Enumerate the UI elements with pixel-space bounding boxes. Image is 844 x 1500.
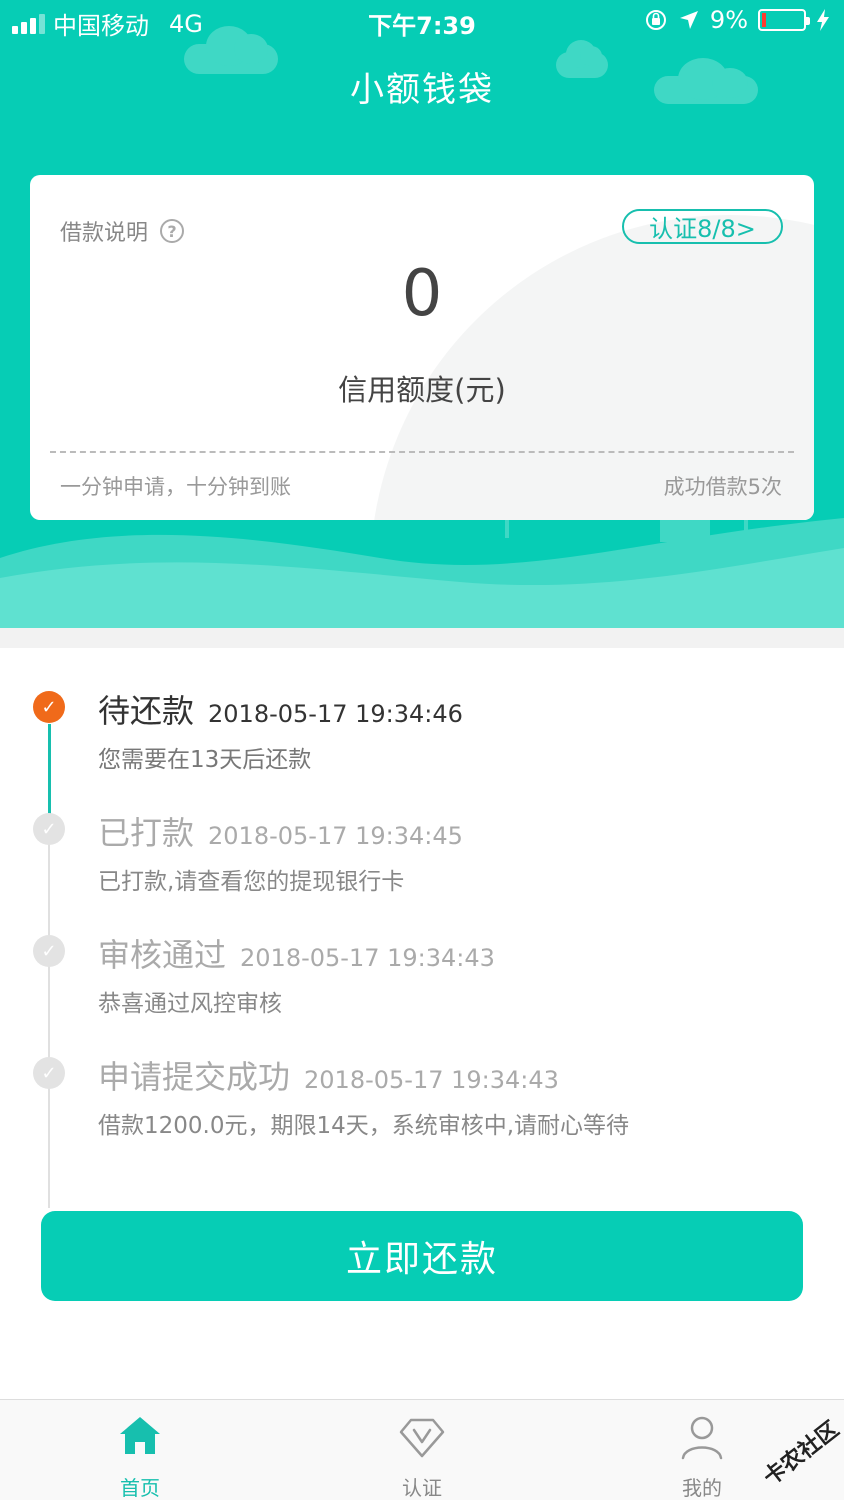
check-icon: ✓ — [33, 691, 65, 723]
status-right: 9% — [644, 6, 830, 34]
location-arrow-icon — [679, 11, 698, 29]
tab-verify[interactable]: 认证 — [362, 1412, 482, 1500]
timeline-step-time: 2018-05-17 19:34:43 — [304, 1066, 559, 1094]
credit-card: 借款说明 ? 认证8/8> 0 信用额度(元) 一分钟申请，十分钟到账 成功借款… — [30, 175, 814, 520]
charging-bolt-icon — [817, 9, 829, 31]
timeline-step-time: 2018-05-17 19:34:43 — [240, 944, 495, 972]
timeline-step-paid: 已打款 2018-05-17 19:34:45 已打款,请查看您的提现银行卡 — [98, 808, 463, 896]
timeline-step-pending-repayment: 待还款 2018-05-17 19:34:46 您需要在13天后还款 — [98, 686, 463, 774]
timeline-step-submitted: 申请提交成功 2018-05-17 19:34:43 借款1200.0元，期限1… — [98, 1052, 629, 1140]
timeline-line-active — [48, 724, 51, 818]
timeline-step-desc: 借款1200.0元，期限14天，系统审核中,请耐心等待 — [98, 1113, 630, 1139]
timeline-step-approved: 审核通过 2018-05-17 19:34:43 恭喜通过风控审核 — [98, 930, 495, 1018]
timeline-step-title: 审核通过 — [98, 936, 227, 974]
dashed-divider — [50, 451, 794, 453]
timeline-step-title: 已打款 — [98, 814, 195, 852]
tab-label: 认证 — [402, 1476, 442, 1500]
tab-label: 首页 — [120, 1476, 160, 1500]
credit-amount-label: 信用额度(元) — [338, 373, 506, 407]
battery-percent: 9% — [709, 6, 748, 34]
timeline-step-desc: 恭喜通过风控审核 — [98, 991, 282, 1017]
timeline-step-time: 2018-05-17 19:34:45 — [208, 822, 463, 850]
status-bar: 中国移动 4G 下午7:39 9% — [0, 0, 844, 44]
timeline-step-desc: 已打款,请查看您的提现银行卡 — [98, 869, 405, 895]
verify-v-icon — [399, 1418, 445, 1458]
check-icon: ✓ — [33, 935, 65, 967]
loan-note-link[interactable]: 借款说明 ? — [60, 215, 185, 247]
credit-amount: 0 — [401, 257, 443, 331]
loan-note-label: 借款说明 — [60, 221, 149, 246]
question-circle-icon[interactable]: ? — [160, 219, 185, 243]
timeline-step-time: 2018-05-17 19:34:46 — [208, 700, 463, 728]
section-gap — [0, 628, 844, 648]
loan-timeline: ✓ 待还款 2018-05-17 19:34:46 您需要在13天后还款 ✓ 已… — [0, 648, 844, 1208]
timeline-step-title: 申请提交成功 — [98, 1058, 291, 1096]
orientation-lock-icon — [645, 10, 666, 30]
watermark-text: 卡农社区 — [759, 1417, 844, 1491]
tab-home[interactable]: 首页 — [80, 1412, 200, 1500]
repay-now-button[interactable]: 立即还款 — [41, 1211, 803, 1301]
bottom-tab-bar: 首页 认证 我的 — [0, 1399, 844, 1500]
check-icon: ✓ — [33, 813, 65, 845]
timeline-step-desc: 您需要在13天后还款 — [98, 747, 312, 773]
card-slogan: 一分钟申请，十分钟到账 — [60, 475, 291, 499]
battery-icon — [758, 9, 810, 31]
app-title: 小额钱袋 — [350, 70, 494, 110]
timeline-line — [48, 818, 50, 1208]
user-icon — [681, 1416, 723, 1460]
success-loan-count: 成功借款5次 — [663, 475, 782, 499]
home-icon — [120, 1417, 160, 1454]
watermark-logo: 卡农社区 — [740, 1410, 844, 1500]
check-icon: ✓ — [33, 1057, 65, 1089]
timeline-step-title: 待还款 — [98, 692, 195, 730]
certification-badge[interactable]: 认证8/8> — [622, 209, 783, 244]
